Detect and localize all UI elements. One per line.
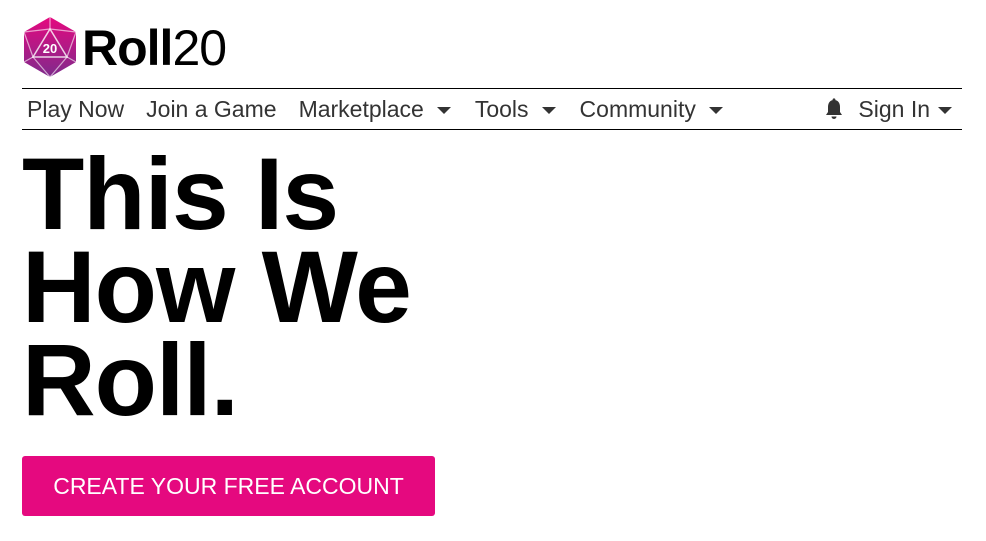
- nav-item-label: Community: [579, 95, 696, 122]
- create-free-account-button[interactable]: CREATE YOUR FREE ACCOUNT: [22, 456, 435, 516]
- roll20-logo[interactable]: 20 Roll20: [22, 16, 227, 78]
- caret-down-icon: [541, 106, 556, 114]
- sign-in-label: Sign In: [858, 95, 930, 122]
- hero-line-1: This Is: [22, 137, 339, 251]
- caret-down-icon: [708, 106, 723, 114]
- nav-item-join-a-game[interactable]: Join a Game: [146, 89, 276, 129]
- nav-item-tools[interactable]: Tools: [475, 89, 556, 129]
- nav-item-label: Play Now: [27, 95, 125, 122]
- nav-item-marketplace[interactable]: Marketplace: [299, 89, 451, 129]
- brand-name-20: 20: [172, 20, 227, 76]
- nav-item-community[interactable]: Community: [580, 89, 723, 129]
- d20-die-icon: 20: [23, 17, 77, 78]
- brand-wordmark: Roll20: [82, 20, 227, 76]
- die-number: 20: [43, 41, 57, 56]
- caret-down-icon: [436, 106, 451, 114]
- nav-user-area: Sign In: [824, 89, 962, 129]
- bell-icon[interactable]: [824, 98, 844, 120]
- nav-item-label: Tools: [474, 95, 529, 122]
- hero-heading: This Is How We Roll.: [22, 137, 412, 437]
- sign-in-menu[interactable]: Sign In: [858, 89, 962, 129]
- caret-down-icon: [938, 106, 952, 114]
- nav-item-label: Join a Game: [146, 95, 277, 122]
- nav-item-label: Marketplace: [298, 95, 424, 122]
- hero-line-3: Roll.: [22, 323, 239, 437]
- page: 20 Roll20 Play Now Join a Game Marketpla…: [0, 0, 986, 541]
- brand-name-roll: Roll: [82, 20, 173, 76]
- hero-line-2: How We: [22, 230, 412, 344]
- nav-item-play-now[interactable]: Play Now: [27, 89, 124, 129]
- main-navigation: Play Now Join a Game Marketplace Tools C…: [22, 88, 962, 130]
